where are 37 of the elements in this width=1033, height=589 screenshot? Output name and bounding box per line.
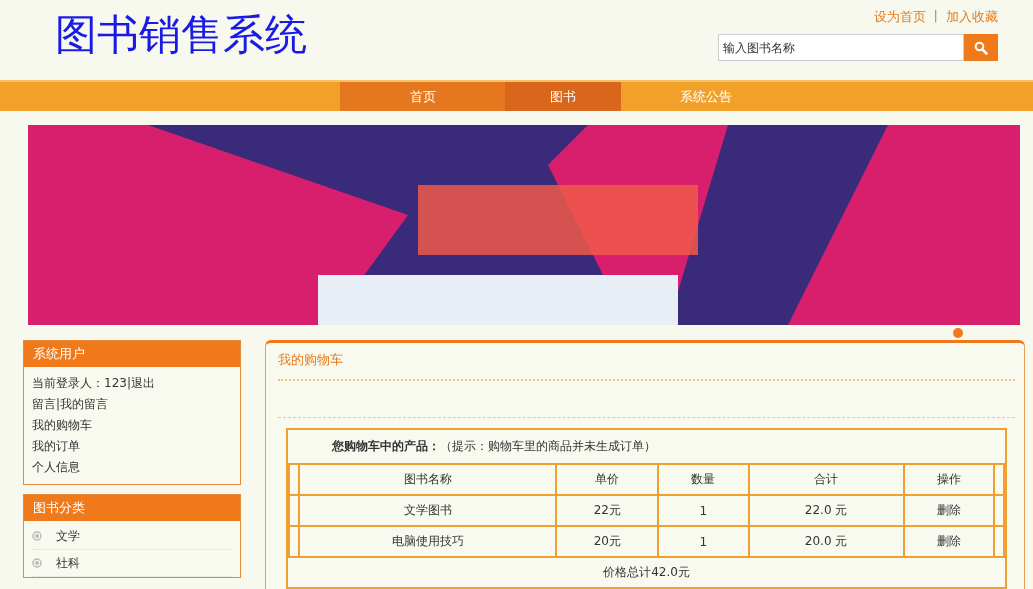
link-separator: | — [933, 8, 938, 25]
column-header: 单价 — [556, 464, 659, 495]
slide-dot[interactable] — [953, 327, 963, 338]
user-menu-link[interactable]: 当前登录人：123|退出 — [32, 375, 232, 392]
table-cell: 文学图书 — [299, 495, 557, 526]
search-icon — [974, 40, 988, 55]
user-menu-link[interactable]: 留言|我的留言 — [32, 396, 232, 413]
bullet-icon — [32, 558, 42, 568]
cart-hint: （提示：购物车里的商品并未生成订单） — [440, 438, 656, 455]
column-header: 操作 — [903, 464, 994, 495]
nav-item[interactable]: 图书 — [505, 82, 621, 111]
delete-link[interactable]: 删除 — [936, 534, 961, 548]
column-header: 合计 — [748, 464, 904, 495]
column-header: 数量 — [658, 464, 749, 495]
table-cell: 电脑使用技巧 — [299, 526, 557, 557]
category-link[interactable]: 文学 — [56, 529, 80, 543]
delete-link[interactable]: 删除 — [936, 503, 961, 517]
price-total: 价格总计42.0元 — [602, 564, 691, 581]
table-cell: 1 — [658, 526, 749, 557]
user-menu-link[interactable]: 我的订单 — [32, 438, 232, 455]
user-menu-link[interactable]: 我的购物车 — [32, 417, 232, 434]
table-cell: 22.0 元 — [748, 495, 904, 526]
table-cell: 22元 — [556, 495, 659, 526]
panel-header: 图书分类 — [24, 495, 240, 521]
site-title: 图书销售系统 — [55, 9, 307, 61]
table-cell: 20.0 元 — [748, 526, 904, 557]
category-link[interactable]: 社科 — [56, 556, 80, 570]
panel-header: 系统用户 — [24, 341, 240, 367]
search-button[interactable] — [964, 34, 998, 61]
table-cell: 1 — [658, 495, 749, 526]
cart-title: 我的购物车 — [278, 351, 344, 369]
column-header: 图书名称 — [299, 464, 557, 495]
table-cell: 20元 — [556, 526, 659, 557]
cart-heading: 您购物车中的产品： — [332, 438, 440, 455]
bullet-icon — [32, 531, 42, 541]
search-field[interactable]: 输入图书名称 — [718, 34, 964, 61]
user-menu-link[interactable]: 个人信息 — [32, 459, 232, 476]
